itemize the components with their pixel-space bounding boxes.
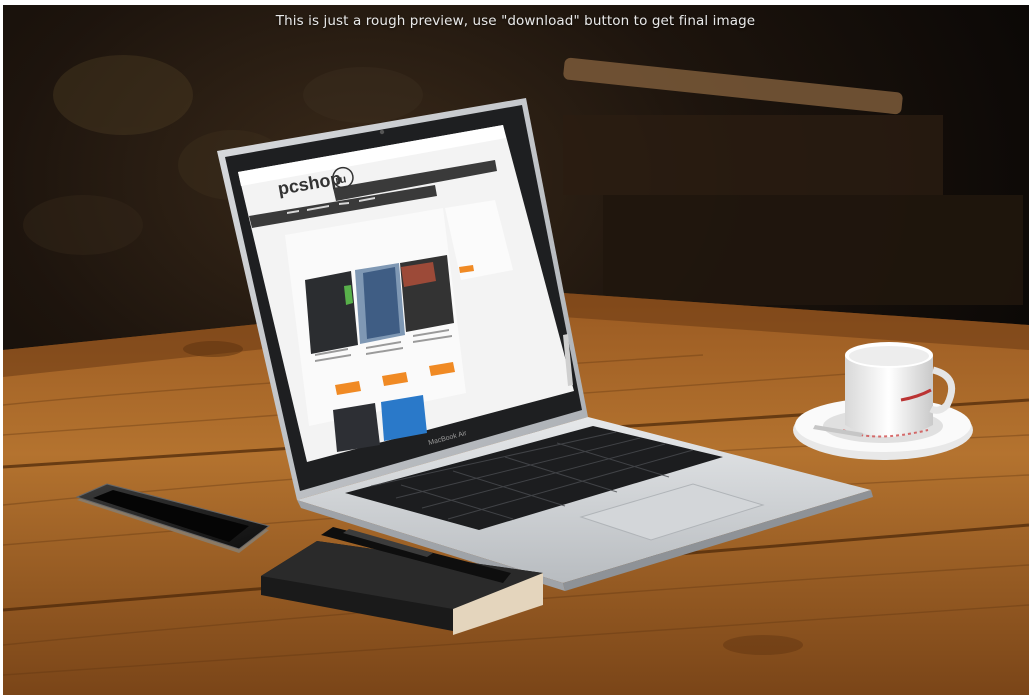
mockup-frame: pcshop ru MacBook Air This is just a rou… (0, 0, 1031, 697)
logo-badge: ru (334, 173, 347, 187)
preview-notice: This is just a rough preview, use "downl… (275, 13, 756, 29)
wood-knot (183, 341, 243, 357)
camera-icon (379, 129, 385, 135)
scene: pcshop ru MacBook Air (3, 5, 1029, 695)
laptop-mockup-photo: pcshop ru MacBook Air (3, 5, 1029, 695)
wood-knot (723, 635, 803, 655)
